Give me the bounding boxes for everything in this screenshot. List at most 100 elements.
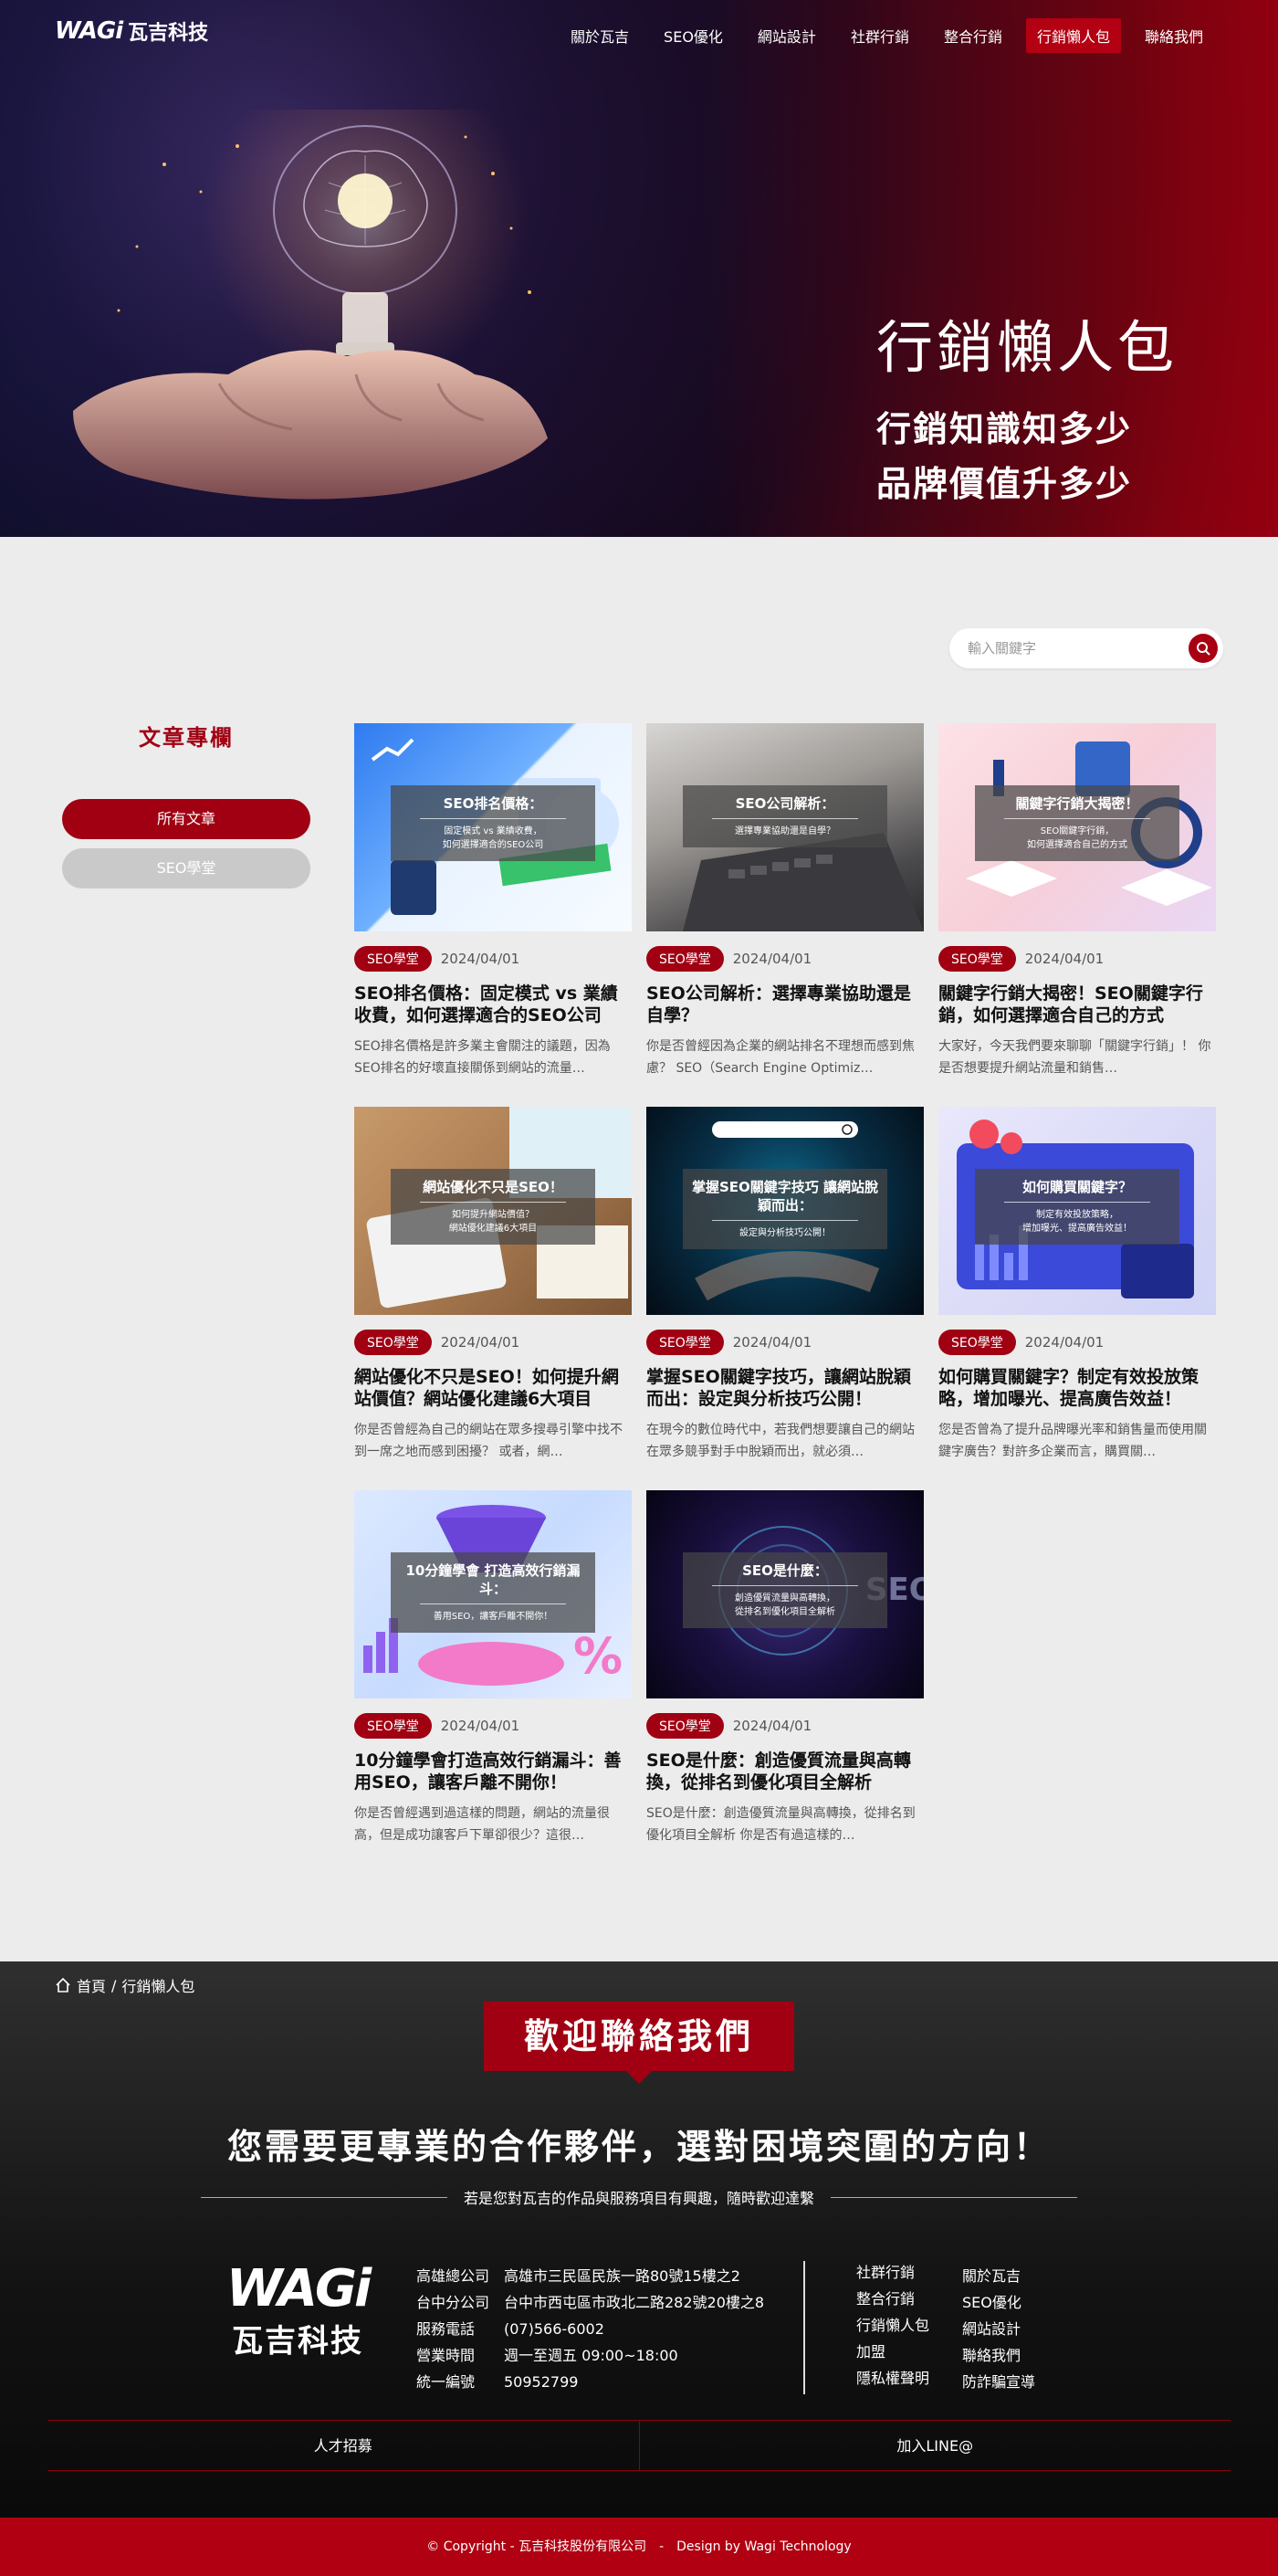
article-card: % 10分鐘學會 打造高效行銷漏斗： 善用SEO，讓客戶離不開你！ SEO學堂 …: [354, 1490, 632, 1874]
article-card: SEO排名價格： 固定模式 vs 業績收費， 如何選擇適合的SEO公司 SEO學…: [354, 723, 632, 1107]
info-value: 高雄市三民區民族一路80號15樓之2: [504, 2267, 740, 2285]
footer-link[interactable]: 社群行銷: [856, 2264, 915, 2281]
line-join-link[interactable]: 加入LINE@: [638, 2421, 1231, 2470]
thumbnail-caption: 關鍵字行銷大揭密！ SEO關鍵字行銷， 如何選擇適合自己的方式: [975, 785, 1179, 861]
hero-subtitle-1: 行銷知識知多少: [876, 409, 1133, 449]
article-grid: SEO排名價格： 固定模式 vs 業績收費， 如何選擇適合的SEO公司 SEO學…: [354, 723, 1216, 1874]
article-tag[interactable]: SEO學堂: [646, 1330, 724, 1355]
footer-link[interactable]: 行銷懶人包: [856, 2317, 929, 2334]
nav-integrated-marketing[interactable]: 整合行銷: [933, 18, 1013, 53]
article-title[interactable]: 10分鐘學會打造高效行銷漏斗：善用SEO，讓客戶離不開你！: [354, 1750, 632, 1793]
nav-about[interactable]: 關於瓦吉: [560, 18, 640, 53]
article-meta: SEO學堂 2024/04/01: [354, 1330, 632, 1355]
site-logo[interactable]: WAGi 瓦吉科技: [55, 16, 208, 46]
article-title[interactable]: SEO排名價格：固定模式 vs 業績收費，如何選擇適合的SEO公司: [354, 983, 632, 1026]
footer-action-bar: 人才招募 加入LINE@: [47, 2420, 1231, 2471]
thumbnail-subtitle: 固定模式 vs 業績收費，: [444, 826, 542, 836]
article-title[interactable]: SEO是什麼：創造優質流量與高轉換，從排名到優化項目全解析: [646, 1750, 924, 1793]
article-excerpt: SEO是什麼：創造優質流量與高轉換，從排名到優化項目全解析 你是否有過這樣的…: [646, 1806, 916, 1843]
sidebar-title: 文章專欄: [139, 725, 234, 751]
article-thumbnail[interactable]: 網站優化不只是SEO！ 如何提升網站價值？ 網站優化建議6大項目: [354, 1107, 632, 1315]
footer-link[interactable]: SEO優化: [962, 2294, 1021, 2311]
article-tag[interactable]: SEO學堂: [646, 1713, 724, 1739]
divider-line: [831, 2196, 1078, 2198]
thumbnail-caption: SEO公司解析： 選擇專業協助還是自學？: [683, 785, 887, 847]
article-date: 2024/04/01: [1024, 1334, 1105, 1351]
thumbnail-subtitle: SEO關鍵字行銷，: [1040, 826, 1115, 836]
article-title[interactable]: SEO公司解析：選擇專業協助還是自學？: [646, 983, 924, 1026]
article-thumbnail[interactable]: 掌握SEO關鍵字技巧 讓網站脫穎而出： 設定與分析技巧公開！: [646, 1107, 924, 1315]
article-tag[interactable]: SEO學堂: [354, 1330, 432, 1355]
careers-link[interactable]: 人才招募: [47, 2421, 639, 2470]
article-title[interactable]: 如何購買關鍵字？制定有效投放策略，增加曝光、提高廣告效益！: [938, 1366, 1216, 1410]
info-value: 週一至週五 09:00~18:00: [504, 2347, 678, 2364]
info-label: 統一編號: [416, 2373, 476, 2391]
article-thumbnail[interactable]: 關鍵字行銷大揭密！ SEO關鍵字行銷， 如何選擇適合自己的方式: [938, 723, 1216, 931]
article-date: 2024/04/01: [732, 1718, 812, 1734]
category-all-articles[interactable]: 所有文章: [62, 799, 310, 839]
info-value: 台中市西屯區市政北二路282號20樓之8: [504, 2294, 765, 2311]
article-tag[interactable]: SEO學堂: [646, 946, 724, 972]
footer-link[interactable]: 關於瓦吉: [962, 2267, 1021, 2285]
breadcrumb-separator: /: [111, 1976, 117, 1994]
article-tag[interactable]: SEO學堂: [938, 1330, 1016, 1355]
logo-text: 瓦吉科技: [128, 22, 209, 45]
footer-link[interactable]: 防詐騙宣導: [962, 2373, 1035, 2391]
thumbnail-subtitle: 設定與分析技巧公開！: [739, 1228, 831, 1238]
article-card: SEO SEO是什麼： 創造優質流量與高轉換， 從排名到優化項目全解析 SEO學…: [646, 1490, 924, 1874]
footer-link[interactable]: 加盟: [856, 2343, 885, 2360]
article-tag[interactable]: SEO學堂: [938, 946, 1016, 972]
nav-seo[interactable]: SEO優化: [653, 18, 734, 53]
search-button[interactable]: [1189, 634, 1218, 663]
nav-contact[interactable]: 聯絡我們: [1134, 18, 1214, 53]
article-title[interactable]: 關鍵字行銷大揭密！SEO關鍵字行銷，如何選擇適合自己的方式: [938, 983, 1216, 1026]
search-input[interactable]: [968, 640, 1189, 657]
nav-web-design[interactable]: 網站設計: [747, 18, 827, 53]
article-tag[interactable]: SEO學堂: [354, 1713, 432, 1739]
hero-banner: WAGi 瓦吉科技 關於瓦吉 SEO優化 網站設計 社群行銷 整合行銷 行銷懶人…: [0, 0, 1278, 537]
article-thumbnail[interactable]: 如何購買關鍵字？ 制定有效投放策略， 增加曝光、提高廣告效益！: [938, 1107, 1216, 1315]
article-meta: SEO學堂 2024/04/01: [354, 946, 632, 972]
breadcrumb-current: 行銷懶人包: [121, 1978, 195, 1995]
thumbnail-subtitle: 如何選擇適合的SEO公司: [442, 840, 544, 850]
search-box: [949, 628, 1223, 668]
article-meta: SEO學堂 2024/04/01: [354, 1713, 632, 1739]
vertical-divider: [803, 2261, 805, 2394]
article-thumbnail[interactable]: % 10分鐘學會 打造高效行銷漏斗： 善用SEO，讓客戶離不開你！: [354, 1490, 632, 1698]
articles-section: 文章專欄 所有文章 SEO學堂 SEO排名價格： 固定模式 vs 業績收費， 如…: [0, 537, 1278, 1961]
copyright-bar: © Copyright - 瓦吉科技股份有限公司 - Design by Wag…: [0, 2518, 1278, 2576]
article-title[interactable]: 網站優化不只是SEO！如何提升網站價值？網站優化建議6大項目: [354, 1366, 632, 1410]
thumbnail-title: 網站優化不只是SEO！: [423, 1179, 563, 1195]
article-tag[interactable]: SEO學堂: [354, 946, 432, 972]
article-thumbnail[interactable]: SEO排名價格： 固定模式 vs 業績收費， 如何選擇適合的SEO公司: [354, 723, 632, 931]
thumbnail-title: 關鍵字行銷大揭密！: [1015, 795, 1139, 812]
info-row: 營業時間 週一至週五 09:00~18:00: [416, 2342, 764, 2369]
breadcrumb: 首頁 / 行銷懶人包: [55, 1974, 194, 1996]
svg-text:%: %: [573, 1627, 623, 1685]
breadcrumb-home[interactable]: 首頁: [77, 1974, 106, 1996]
article-excerpt: 大家好，今天我們要來聊聊「關鍵字行銷」！ 你是否想要提升網站流量和銷售…: [938, 1039, 1211, 1076]
thumbnail-subtitle: 選擇專業協助還是自學？: [735, 826, 835, 836]
nav-marketing-kit[interactable]: 行銷懶人包: [1025, 18, 1121, 53]
site-footer: 首頁 / 行銷懶人包 歡迎聯絡我們 您需要更專業的合作夥伴，選對困境突圍的方向！…: [0, 1961, 1278, 2518]
logo-mark: WAGi: [55, 17, 123, 45]
article-card: 網站優化不只是SEO！ 如何提升網站價值？ 網站優化建議6大項目 SEO學堂 2…: [354, 1107, 632, 1490]
article-meta: SEO學堂 2024/04/01: [938, 1330, 1216, 1355]
footer-link[interactable]: 隱私權聲明: [856, 2370, 929, 2387]
article-excerpt: 你是否曾經為自己的網站在眾多搜尋引擎中找不到一席之地而感到困擾？ 或者，網…: [354, 1423, 623, 1459]
article-title[interactable]: 掌握SEO關鍵字技巧，讓網站脫穎而出：設定與分析技巧公開！: [646, 1366, 924, 1410]
lightbulb-hand-illustration: [73, 110, 548, 499]
footer-link[interactable]: 整合行銷: [856, 2290, 915, 2308]
category-seo-school[interactable]: SEO學堂: [62, 848, 310, 888]
footer-logo-text: 瓦吉科技: [232, 2323, 363, 2360]
footer-link[interactable]: 網站設計: [962, 2320, 1021, 2338]
article-thumbnail[interactable]: SEO SEO是什麼： 創造優質流量與高轉換， 從排名到優化項目全解析: [646, 1490, 924, 1698]
hero-subtitle-2: 品牌價值升多少: [876, 464, 1133, 504]
footer-links-col-1: 社群行銷 整合行銷 行銷懶人包 加盟 隱私權聲明: [856, 2259, 962, 2395]
footer-links: 社群行銷 整合行銷 行銷懶人包 加盟 隱私權聲明 關於瓦吉 SEO優化 網站設計…: [856, 2259, 1053, 2395]
article-thumbnail[interactable]: SEO公司解析： 選擇專業協助還是自學？: [646, 723, 924, 931]
thumbnail-subtitle: 創造優質流量與高轉換，: [735, 1593, 835, 1603]
hero-text: 行銷懶人包 行銷知識知多少 品牌價值升多少: [876, 301, 1178, 511]
footer-link[interactable]: 聯絡我們: [962, 2347, 1021, 2364]
nav-social-marketing[interactable]: 社群行銷: [840, 18, 920, 53]
